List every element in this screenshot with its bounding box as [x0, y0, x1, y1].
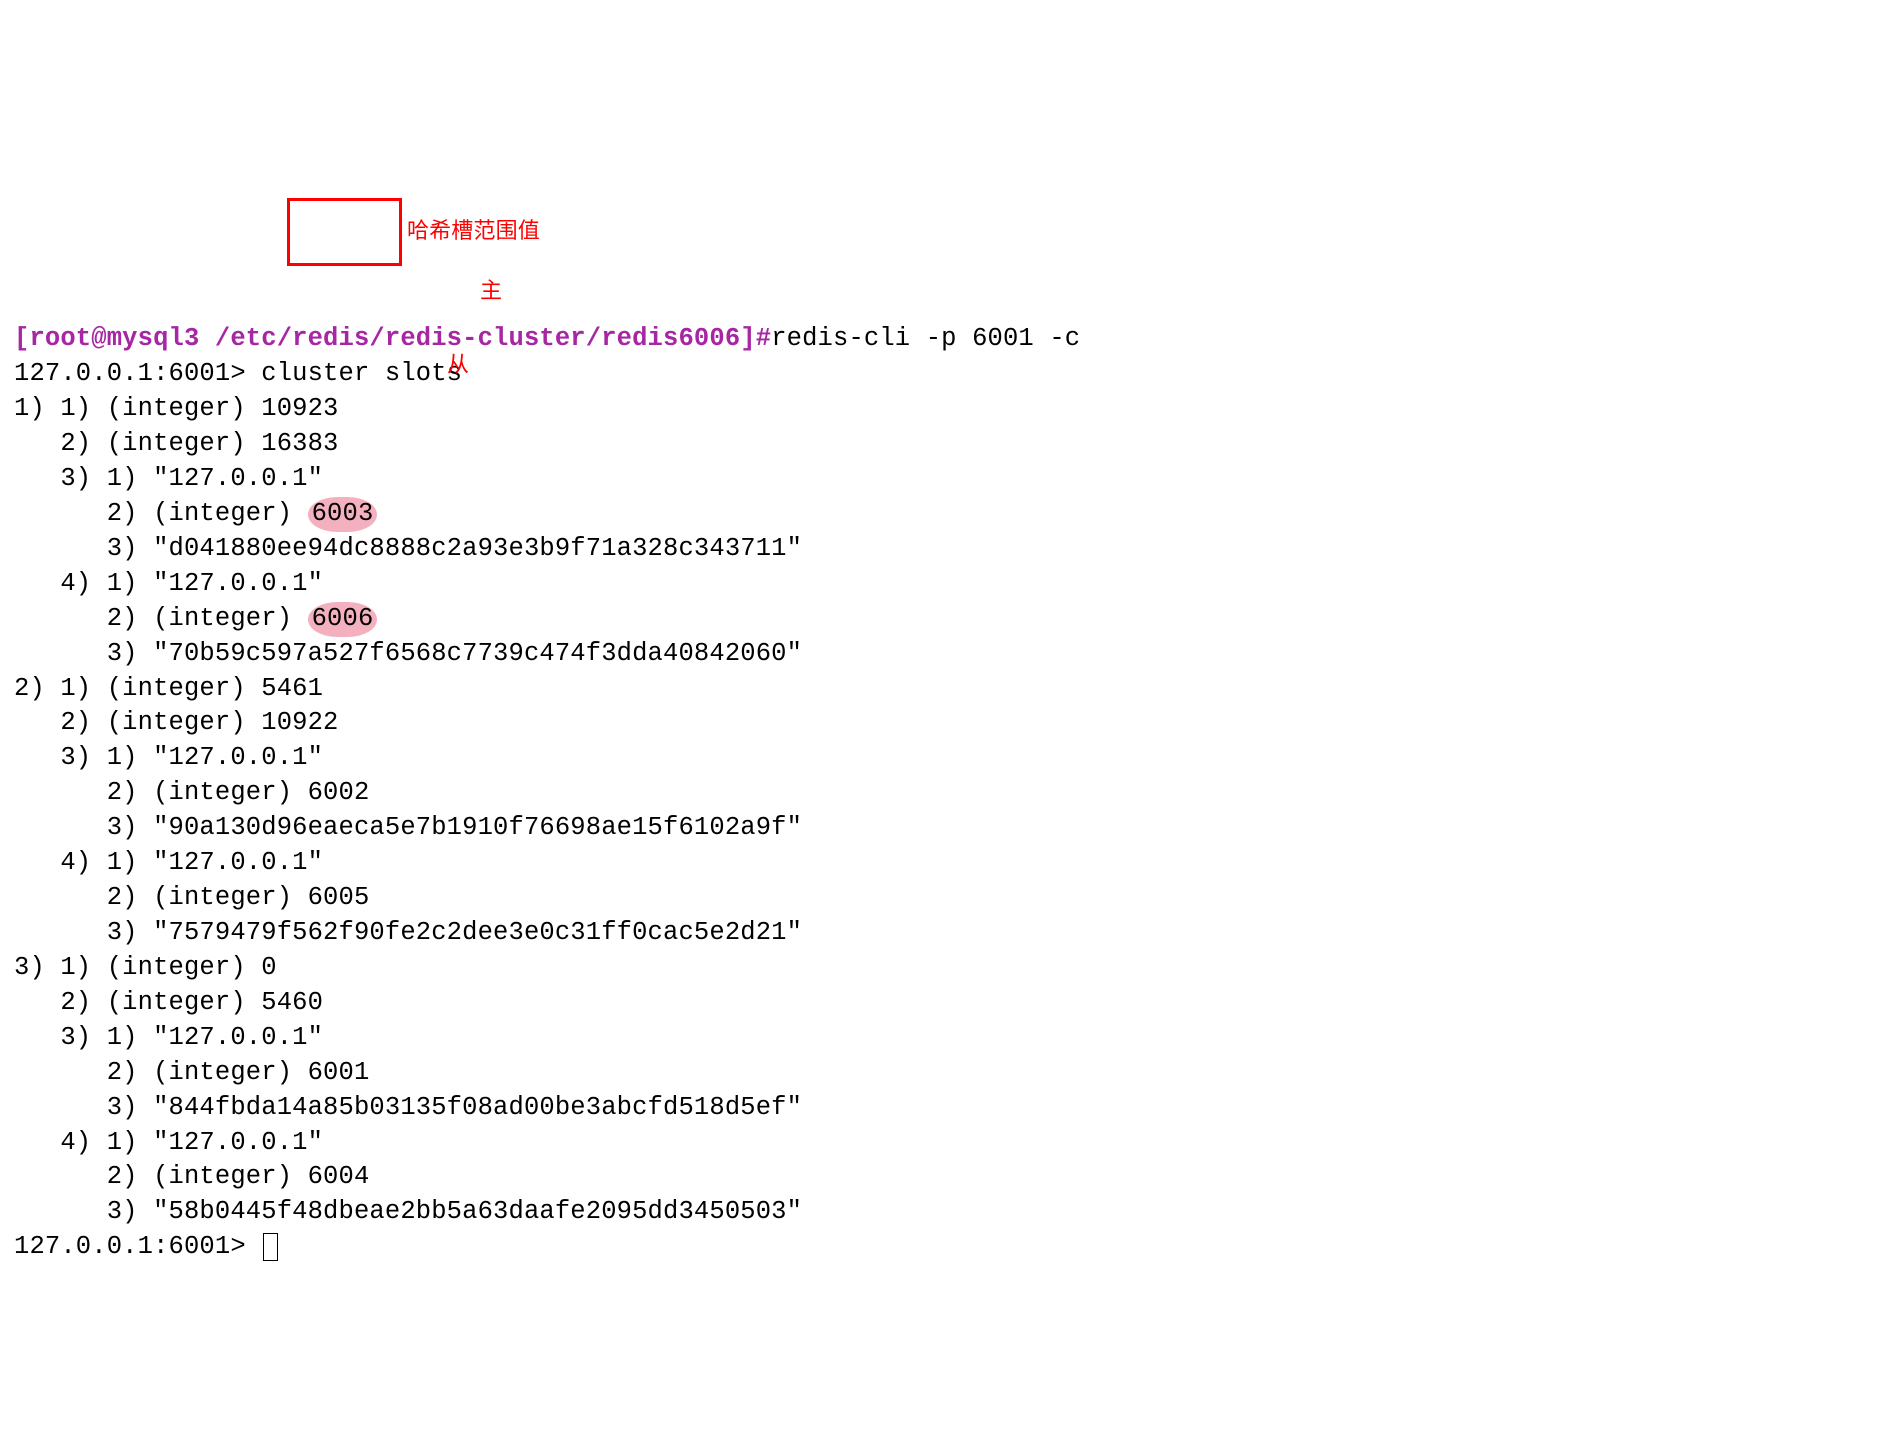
slot1-end-label: 2) (integer)	[60, 429, 261, 458]
slot1-replica-port-label: 2) (integer)	[107, 604, 308, 633]
slot1-master-port: 6003	[308, 497, 378, 532]
slot3-master-id-label: 3)	[107, 1093, 153, 1122]
slot2-replica-ip: "127.0.0.1"	[153, 848, 323, 877]
slot3-replica-ip-label: 1)	[107, 1128, 153, 1157]
shell-prompt-hash: #	[756, 324, 771, 353]
slot1-start-label: 1) (integer)	[60, 394, 261, 423]
slot2-master-label: 3)	[60, 743, 91, 772]
slot3-replica-label: 4)	[60, 1128, 91, 1157]
slot2-master-id: "90a130d96eaeca5e7b1910f76698ae15f6102a9…	[153, 813, 802, 842]
slot2-master-port: 6002	[308, 778, 370, 807]
slot3-end-value: 5460	[261, 988, 323, 1017]
slot2-replica-port-label: 2) (integer)	[107, 883, 308, 912]
slot3-index: 3)	[14, 953, 45, 982]
slot3-start-label: 1) (integer)	[60, 953, 261, 982]
slot2-index: 2)	[14, 674, 45, 703]
slot3-master-ip-label: 1)	[107, 1023, 153, 1052]
slot1-master-ip-label: 1)	[107, 464, 153, 493]
slot2-end-label: 2) (integer)	[60, 708, 261, 737]
slot3-replica-id: "58b0445f48dbeae2bb5a63daafe2095dd345050…	[153, 1197, 802, 1226]
slot3-end-label: 2) (integer)	[60, 988, 261, 1017]
slot1-master-port-label: 2) (integer)	[107, 499, 308, 528]
hash-range-annotation: 哈希槽范围值	[407, 216, 540, 246]
slot2-replica-id: "7579479f562f90fe2c2dee3e0c31ff0cac5e2d2…	[153, 918, 802, 947]
slot2-replica-label: 4)	[60, 848, 91, 877]
slot1-replica-port: 6006	[308, 602, 378, 637]
slot1-replica-ip: "127.0.0.1"	[153, 569, 323, 598]
slot2-replica-ip-label: 1)	[107, 848, 153, 877]
slot3-replica-id-label: 3)	[107, 1197, 153, 1226]
slot3-replica-ip: "127.0.0.1"	[153, 1128, 323, 1157]
slot1-end-value: 16383	[261, 429, 338, 458]
slot1-master-label: 3)	[60, 464, 91, 493]
master-annotation: 主	[480, 276, 502, 306]
shell-prompt-path: /etc/redis/redis-cluster/redis6006]	[199, 324, 755, 353]
slot2-master-id-label: 3)	[107, 813, 153, 842]
slot3-master-id: "844fbda14a85b03135f08ad00be3abcfd518d5e…	[153, 1093, 802, 1122]
slot3-master-port: 6001	[308, 1058, 370, 1087]
slot2-replica-id-label: 3)	[107, 918, 153, 947]
slot1-replica-id: "70b59c597a527f6568c7739c474f3dda4084206…	[153, 639, 802, 668]
slot1-replica-label: 4)	[60, 569, 91, 598]
slot1-replica-id-label: 3)	[107, 639, 153, 668]
shell-prompt-user: [root@mysql3	[14, 324, 199, 353]
cli-command: cluster slots	[261, 359, 462, 388]
slot3-replica-port-label: 2) (integer)	[107, 1162, 308, 1191]
slot3-master-label: 3)	[60, 1023, 91, 1052]
hash-range-box	[287, 198, 402, 266]
final-cli-prompt[interactable]: 127.0.0.1:6001>	[14, 1232, 261, 1261]
terminal-output[interactable]: 哈希槽范围值 主 从 [root@mysql3 /etc/redis/redis…	[14, 148, 1873, 1266]
cursor-icon	[263, 1233, 278, 1261]
slot1-start-value: 10923	[261, 394, 338, 423]
shell-command: redis-cli -p 6001 -c	[771, 324, 1080, 353]
slot1-master-id-label: 3)	[107, 534, 153, 563]
slot2-start-label: 1) (integer)	[60, 674, 261, 703]
slot3-master-ip: "127.0.0.1"	[153, 1023, 323, 1052]
slot2-master-port-label: 2) (integer)	[107, 778, 308, 807]
slot2-end-value: 10922	[261, 708, 338, 737]
slot2-start-value: 5461	[261, 674, 323, 703]
slot3-start-value: 0	[261, 953, 276, 982]
slot1-master-ip: "127.0.0.1"	[153, 464, 323, 493]
slot2-master-ip-label: 1)	[107, 743, 153, 772]
slot1-index: 1)	[14, 394, 45, 423]
slot2-master-ip: "127.0.0.1"	[153, 743, 323, 772]
slot2-replica-port: 6005	[308, 883, 370, 912]
slot3-master-port-label: 2) (integer)	[107, 1058, 308, 1087]
slot3-replica-port: 6004	[308, 1162, 370, 1191]
slot1-replica-ip-label: 1)	[107, 569, 153, 598]
slot1-master-id: "d041880ee94dc8888c2a93e3b9f71a328c34371…	[153, 534, 802, 563]
cli-prompt: 127.0.0.1:6001>	[14, 359, 261, 388]
